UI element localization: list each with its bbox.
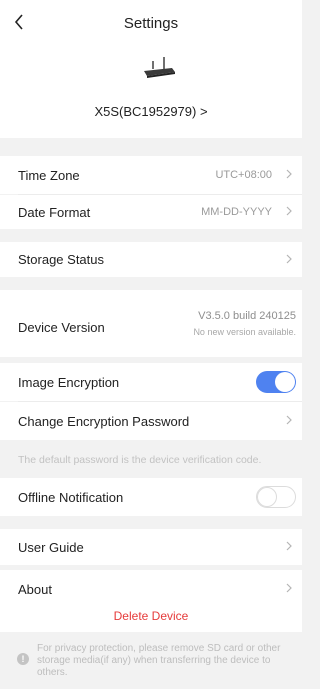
header: Settings X5S(BC1952979) >: [0, 0, 302, 138]
about-label: About: [18, 581, 52, 597]
device-name-link[interactable]: X5S(BC1952979) >: [0, 104, 302, 119]
user-guide-label: User Guide: [18, 539, 84, 555]
toggle-knob: [275, 372, 295, 392]
password-hint: The default password is the device verif…: [18, 454, 262, 466]
storage-status-label: Storage Status: [18, 252, 104, 267]
time-zone-row[interactable]: Time Zone UTC+08:00: [0, 156, 302, 194]
time-zone-value: UTC+08:00: [215, 169, 272, 181]
time-zone-label: Time Zone: [18, 167, 80, 183]
change-password-label: Change Encryption Password: [18, 413, 190, 429]
date-format-row[interactable]: Date Format MM-DD-YYYY: [0, 195, 302, 229]
exclamation-icon: !: [17, 653, 29, 665]
chevron-right-icon: [286, 541, 294, 553]
privacy-notice: ! For privacy protection, please remove …: [0, 634, 302, 689]
delete-device-button[interactable]: Delete Device: [0, 600, 302, 632]
user-guide-row[interactable]: User Guide: [0, 529, 302, 565]
chevron-right-icon: [286, 169, 294, 181]
device-version-value: V3.5.0 build 240125: [198, 310, 296, 322]
chevron-right-icon: [286, 583, 294, 595]
chevron-right-icon: [286, 206, 294, 218]
image-encryption-toggle[interactable]: [256, 371, 296, 393]
storage-status-row[interactable]: Storage Status: [0, 242, 302, 277]
change-password-row[interactable]: Change Encryption Password: [0, 402, 302, 440]
page-title: Settings: [123, 15, 179, 32]
device-version-info: V3.5.0 build 240125 No new version avail…: [193, 310, 296, 337]
chevron-right-icon: [286, 254, 294, 266]
date-format-label: Date Format: [18, 204, 91, 220]
date-format-value: MM-DD-YYYY: [201, 206, 272, 218]
image-encryption-label: Image Encryption: [18, 374, 120, 390]
chevron-right-icon: [286, 415, 294, 427]
offline-notification-label: Offline Notification: [18, 489, 124, 505]
toggle-knob: [257, 487, 277, 507]
device-version-label: Device Version: [18, 320, 105, 335]
device-version-row[interactable]: Device Version V3.5.0 build 240125 No ne…: [0, 290, 302, 357]
router-icon: [142, 55, 176, 81]
offline-notification-toggle[interactable]: [256, 486, 296, 508]
offline-notification-row: Offline Notification: [0, 478, 302, 516]
image-encryption-row: Image Encryption: [0, 363, 302, 401]
device-version-note: No new version available.: [193, 327, 296, 337]
privacy-notice-text: For privacy protection, please remove SD…: [37, 643, 281, 678]
